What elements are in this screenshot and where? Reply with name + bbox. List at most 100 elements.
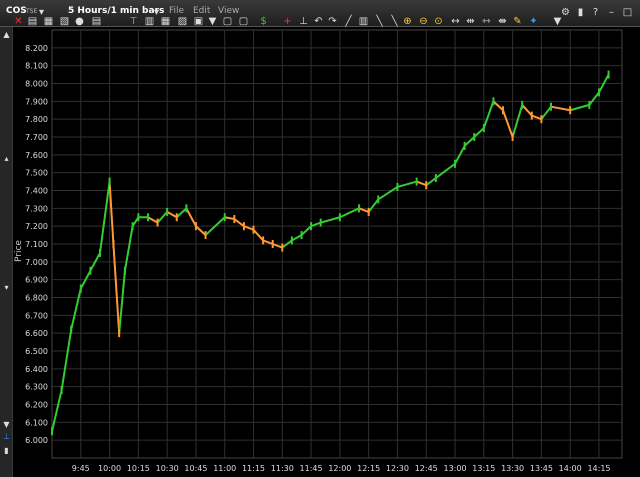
price-segment <box>521 104 533 117</box>
price-segment <box>98 181 111 254</box>
price-bar <box>597 88 600 97</box>
x-tick-label: 10:15 <box>127 464 150 473</box>
price-bar <box>607 70 610 79</box>
price-bar <box>223 213 226 222</box>
x-tick-label: 11:00 <box>213 464 236 473</box>
price-bar <box>262 236 265 245</box>
price-segment <box>300 225 312 236</box>
price-bar <box>588 100 591 109</box>
price-segment <box>511 104 524 138</box>
x-tick-label: 12:15 <box>357 464 380 473</box>
price-bar <box>60 386 63 395</box>
price-bar <box>396 182 399 191</box>
price-bar <box>540 115 543 124</box>
x-tick-label: 12:30 <box>386 464 409 473</box>
price-segment <box>262 239 274 245</box>
price-bar <box>242 222 245 231</box>
price-bar <box>252 225 255 234</box>
price-bar <box>89 266 92 275</box>
price-bar <box>310 222 313 231</box>
price-segment <box>588 91 600 106</box>
price-segment <box>147 216 159 224</box>
price-bar <box>290 236 293 245</box>
price-bar <box>146 213 149 222</box>
price-segment <box>531 114 542 121</box>
price-bar <box>166 207 169 216</box>
price-bar <box>70 325 73 334</box>
x-tick-label: 14:15 <box>587 464 610 473</box>
y-tick-label: 7.900 <box>25 97 48 106</box>
price-bar <box>502 106 505 115</box>
price-bar <box>194 222 197 231</box>
x-tick-label: 11:45 <box>300 464 323 473</box>
price-bar <box>425 181 428 190</box>
price-bar <box>511 133 514 141</box>
price-bar <box>112 240 115 248</box>
price-segment <box>166 211 178 219</box>
price-segment <box>397 180 417 188</box>
x-tick-label: 13:00 <box>443 464 466 473</box>
y-tick-label: 6.400 <box>25 365 48 374</box>
price-bar <box>204 231 207 240</box>
price-segment <box>435 162 456 179</box>
x-tick-label: 10:00 <box>98 464 121 473</box>
price-bar <box>51 427 53 436</box>
price-segment <box>463 136 475 147</box>
y-tick-label: 7.300 <box>25 204 48 213</box>
price-bar <box>358 204 361 213</box>
price-segment <box>569 103 590 112</box>
price-segment <box>195 225 207 236</box>
price-bar <box>434 174 437 183</box>
x-tick-label: 9:45 <box>72 464 90 473</box>
price-bar <box>185 204 188 213</box>
price-bar <box>549 102 552 111</box>
price-bar <box>319 218 322 227</box>
price-bar <box>131 222 134 231</box>
price-bar <box>98 248 101 257</box>
price-bar <box>300 231 303 240</box>
price-bar <box>415 177 418 186</box>
price-bar <box>79 284 82 293</box>
price-segment <box>540 106 552 120</box>
price-bar <box>530 111 533 120</box>
price-bar <box>281 243 284 252</box>
price-segment <box>123 225 134 271</box>
y-tick-label: 6.200 <box>25 401 48 410</box>
price-segment <box>243 225 254 231</box>
x-tick-label: 13:30 <box>501 464 524 473</box>
price-bar <box>338 213 341 222</box>
price-segment <box>272 243 283 249</box>
price-bar <box>233 215 236 224</box>
y-tick-label: 7.200 <box>25 222 48 231</box>
x-tick-label: 13:15 <box>472 464 495 473</box>
price-bar <box>482 124 485 133</box>
price-segment <box>377 186 398 201</box>
price-bar <box>454 159 457 168</box>
x-tick-label: 12:45 <box>415 464 438 473</box>
x-tick-label: 11:30 <box>271 464 294 473</box>
price-segment <box>482 100 495 129</box>
price-segment <box>320 216 341 224</box>
price-segment <box>233 218 245 227</box>
y-tick-label: 6.900 <box>25 276 48 285</box>
price-chart[interactable]: 6.000 6.100 6.200 6.300 6.400 6.500 6.600 6.700… <box>0 0 640 477</box>
price-bar <box>123 266 126 275</box>
x-tick-label: 13:45 <box>530 464 553 473</box>
chart-grid <box>51 29 623 459</box>
price-bar <box>156 218 159 227</box>
price-segment <box>224 216 235 221</box>
y-tick-label: 7.700 <box>25 133 48 142</box>
price-segment <box>492 100 504 111</box>
price-bar <box>492 97 495 106</box>
price-segment <box>51 390 63 432</box>
y-tick-label: 7.400 <box>25 187 48 196</box>
y-tick-label: 8.100 <box>25 62 48 71</box>
price-segment <box>291 234 302 242</box>
price-bar <box>271 240 274 248</box>
y-tick-label: 6.100 <box>25 418 48 427</box>
y-tick-label: 7.000 <box>25 258 48 267</box>
price-segment <box>176 207 188 218</box>
price-segment <box>310 221 322 228</box>
x-tick-label: 14:00 <box>559 464 582 473</box>
x-tick-label: 10:30 <box>156 464 179 473</box>
